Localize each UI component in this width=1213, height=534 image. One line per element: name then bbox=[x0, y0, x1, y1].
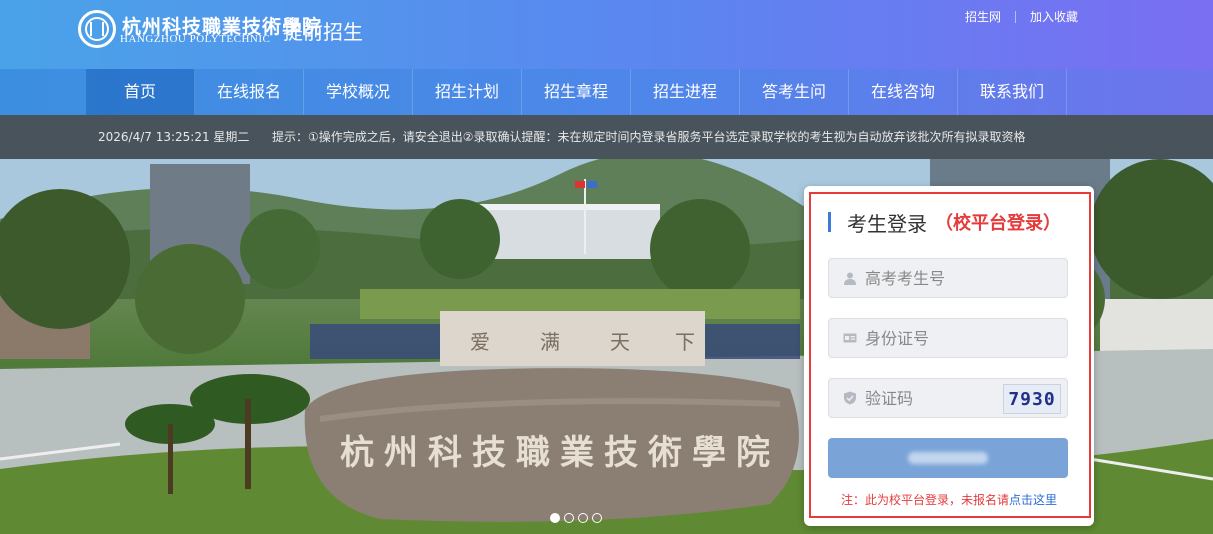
login-title-sub: （校平台登录） bbox=[935, 213, 1061, 234]
id-card-field[interactable] bbox=[828, 318, 1068, 358]
id-card-icon bbox=[843, 333, 857, 343]
divider bbox=[1014, 10, 1016, 23]
school-name-en[interactable]: HANGZHOU POLYTECHNIC bbox=[120, 33, 270, 45]
notice-bar: 2026/4/7 13:25:21 星期二 提示：①操作完成之后，请安全退出②录… bbox=[0, 115, 1213, 159]
main-nav: 首页 在线报名 学校概况 招生计划 招生章程 招生进程 答考生问 在线咨询 联系… bbox=[0, 69, 1213, 115]
datetime-display: 2026/4/7 13:25:21 星期二 bbox=[98, 130, 250, 144]
carousel-dot-3[interactable] bbox=[578, 513, 588, 523]
notice-message: 提示：①操作完成之后，请安全退出②录取确认提醒：未在规定时间内登录省服务平台选定… bbox=[272, 130, 1026, 144]
admission-site-link[interactable]: 招生网 bbox=[965, 8, 1001, 25]
login-title: 考生登录 （校平台登录） bbox=[828, 210, 1061, 236]
register-note-text: 注：此为校平台登录，未报名请 bbox=[840, 493, 1009, 507]
id-card-input[interactable] bbox=[865, 328, 1045, 348]
page-title: 提前招生 bbox=[283, 20, 363, 44]
captcha-field[interactable]: 7930 bbox=[828, 378, 1068, 418]
wall-char-3: 天 bbox=[610, 330, 630, 354]
nav-item-admission-progress[interactable]: 招生进程 bbox=[631, 69, 740, 115]
stone-inscription: 杭州科技職業技術學院 bbox=[340, 433, 780, 473]
carousel-dot-4[interactable] bbox=[592, 513, 602, 523]
nav-item-faq[interactable]: 答考生问 bbox=[740, 69, 849, 115]
site-header: 杭州科技職業技術學院 HANGZHOU POLYTECHNIC 提前招生 招生网… bbox=[0, 0, 1213, 69]
nav-item-admission-rules[interactable]: 招生章程 bbox=[522, 69, 631, 115]
nav-item-enrollment-plan[interactable]: 招生计划 bbox=[413, 69, 522, 115]
school-logo-icon[interactable] bbox=[78, 10, 116, 48]
shield-icon bbox=[844, 391, 856, 405]
top-links: 招生网 加入收藏 bbox=[965, 8, 1078, 25]
wall-char-4: 下 bbox=[675, 330, 695, 354]
login-button[interactable] bbox=[828, 438, 1068, 478]
nav-item-school-overview[interactable]: 学校概况 bbox=[304, 69, 413, 115]
register-link[interactable]: 点击这里 bbox=[1009, 493, 1057, 507]
login-panel: 考生登录 （校平台登录） 7930 注：此为校平台登录，未报名请点击这里 bbox=[804, 186, 1094, 526]
exam-id-field[interactable] bbox=[828, 258, 1068, 298]
login-title-main: 考生登录 bbox=[847, 211, 927, 236]
nav-item-online-apply[interactable]: 在线报名 bbox=[195, 69, 304, 115]
login-button-label-blurred bbox=[908, 452, 988, 464]
carousel-dot-1[interactable] bbox=[550, 513, 560, 523]
nav-item-contact-us[interactable]: 联系我们 bbox=[958, 69, 1067, 115]
wall-char-2: 满 bbox=[540, 330, 560, 354]
exam-id-input[interactable] bbox=[865, 268, 1045, 288]
carousel-dot-2[interactable] bbox=[564, 513, 574, 523]
nav-item-home[interactable]: 首页 bbox=[86, 69, 195, 115]
register-note: 注：此为校平台登录，未报名请点击这里 bbox=[804, 491, 1094, 508]
captcha-input[interactable] bbox=[865, 388, 985, 408]
nav-item-online-consult[interactable]: 在线咨询 bbox=[849, 69, 958, 115]
carousel-dots bbox=[550, 513, 602, 523]
captcha-image[interactable]: 7930 bbox=[1003, 384, 1061, 414]
title-accent-bar bbox=[828, 212, 831, 232]
user-icon bbox=[844, 272, 856, 285]
wall-char-1: 爱 bbox=[470, 330, 490, 354]
add-favorite-link[interactable]: 加入收藏 bbox=[1030, 8, 1078, 25]
